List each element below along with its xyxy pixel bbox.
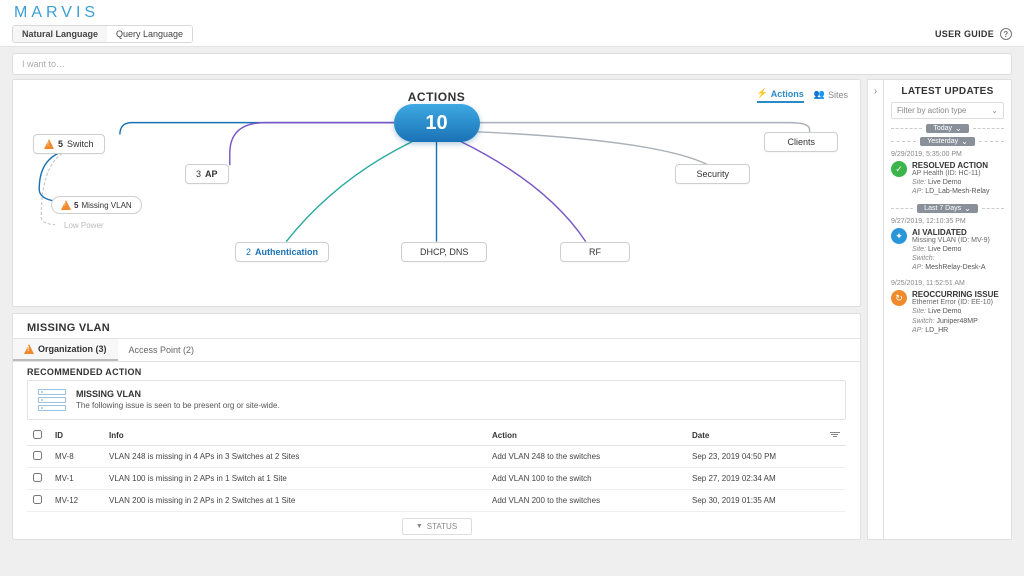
day-chip-last7[interactable]: Last 7 Days bbox=[917, 204, 978, 213]
tab-access-point[interactable]: Access Point (2) bbox=[118, 339, 206, 361]
filter-dropdown[interactable]: Filter by action type⌄ bbox=[891, 102, 1004, 119]
update-item[interactable]: 9/25/2019, 11:52:51 AM ↻ REOCCURRING ISS… bbox=[891, 280, 1004, 334]
tab-organization[interactable]: Organization (3) bbox=[13, 339, 118, 361]
updates-panel: LATEST UPDATES Filter by action type⌄ To… bbox=[883, 79, 1012, 540]
user-guide-label: USER GUIDE bbox=[935, 29, 994, 39]
actions-count-bubble[interactable]: 10 bbox=[394, 104, 480, 142]
day-chip-today[interactable]: Today bbox=[926, 124, 968, 133]
select-all-checkbox[interactable] bbox=[33, 430, 42, 439]
rec-title: MISSING VLAN bbox=[76, 389, 280, 399]
ai-icon: ✦ bbox=[891, 228, 907, 244]
user-guide-link[interactable]: USER GUIDE ? bbox=[935, 28, 1012, 40]
chevron-down-icon: ⌄ bbox=[991, 106, 998, 115]
detail-panel: MISSING VLAN Organization (3) Access Poi… bbox=[12, 313, 861, 540]
subnode-low-power[interactable]: Low Power bbox=[55, 218, 113, 233]
node-clients[interactable]: Clients bbox=[764, 132, 838, 152]
recommended-box: MISSING VLAN The following issue is seen… bbox=[27, 380, 846, 420]
issue-table: ID Info Action Date MV-8VLAN 248 is miss… bbox=[27, 426, 846, 512]
node-dhcp[interactable]: DHCP, DNS bbox=[401, 242, 487, 262]
toggle-actions[interactable]: ⚡Actions bbox=[757, 88, 804, 103]
warning-icon bbox=[24, 344, 34, 354]
status-button[interactable]: ▼STATUS bbox=[402, 518, 472, 535]
table-row[interactable]: MV-12VLAN 200 is missing in 2 APs in 2 S… bbox=[27, 490, 846, 512]
day-chip-yesterday[interactable]: Yesterday bbox=[920, 137, 975, 146]
table-row[interactable]: MV-8VLAN 248 is missing in 4 APs in 3 Sw… bbox=[27, 446, 846, 468]
recommended-header: RECOMMENDED ACTION bbox=[13, 362, 860, 380]
node-security[interactable]: Security bbox=[675, 164, 750, 184]
table-row[interactable]: MV-1VLAN 100 is missing in 2 APs in 1 Sw… bbox=[27, 468, 846, 490]
tab-ql[interactable]: Query Language bbox=[107, 26, 192, 42]
node-switch[interactable]: 5Switch bbox=[33, 134, 105, 154]
lang-tab-group: Natural Language Query Language bbox=[12, 25, 193, 43]
toggle-sites[interactable]: 👥Sites bbox=[814, 89, 848, 102]
warning-icon bbox=[61, 200, 71, 210]
check-icon: ✓ bbox=[891, 161, 907, 177]
rec-text: The following issue is seen to be presen… bbox=[76, 401, 280, 410]
recurring-icon: ↻ bbox=[891, 290, 907, 306]
node-rf[interactable]: RF bbox=[560, 242, 630, 262]
row-checkbox[interactable] bbox=[33, 473, 42, 482]
tab-nl[interactable]: Natural Language bbox=[13, 26, 107, 42]
detail-title: MISSING VLAN bbox=[13, 320, 860, 338]
actions-panel: ⚡Actions 👥Sites ACTIONS 10 5Switch bbox=[12, 79, 861, 307]
warning-icon bbox=[44, 139, 54, 149]
node-ap[interactable]: 3AP bbox=[185, 164, 229, 184]
app-logo: MARVIS bbox=[14, 4, 99, 22]
updates-title: LATEST UPDATES bbox=[891, 86, 1004, 97]
server-icon bbox=[38, 389, 66, 411]
help-icon: ? bbox=[1000, 28, 1012, 40]
search-input[interactable]: I want to… bbox=[12, 53, 1012, 75]
row-checkbox[interactable] bbox=[33, 495, 42, 504]
row-checkbox[interactable] bbox=[33, 451, 42, 460]
update-item[interactable]: 9/29/2019, 5:35:00 PM ✓ RESOLVED ACTIONA… bbox=[891, 151, 1004, 196]
subnode-missing-vlan[interactable]: 5Missing VLAN bbox=[51, 196, 142, 214]
actions-title: ACTIONS bbox=[27, 90, 846, 104]
node-authn[interactable]: 2Authentication bbox=[235, 242, 329, 262]
update-item[interactable]: 9/27/2019, 12:10:35 PM ✦ AI VALIDATEDMis… bbox=[891, 218, 1004, 272]
collapse-arrow[interactable]: › bbox=[867, 79, 883, 540]
filter-icon[interactable] bbox=[830, 431, 840, 439]
